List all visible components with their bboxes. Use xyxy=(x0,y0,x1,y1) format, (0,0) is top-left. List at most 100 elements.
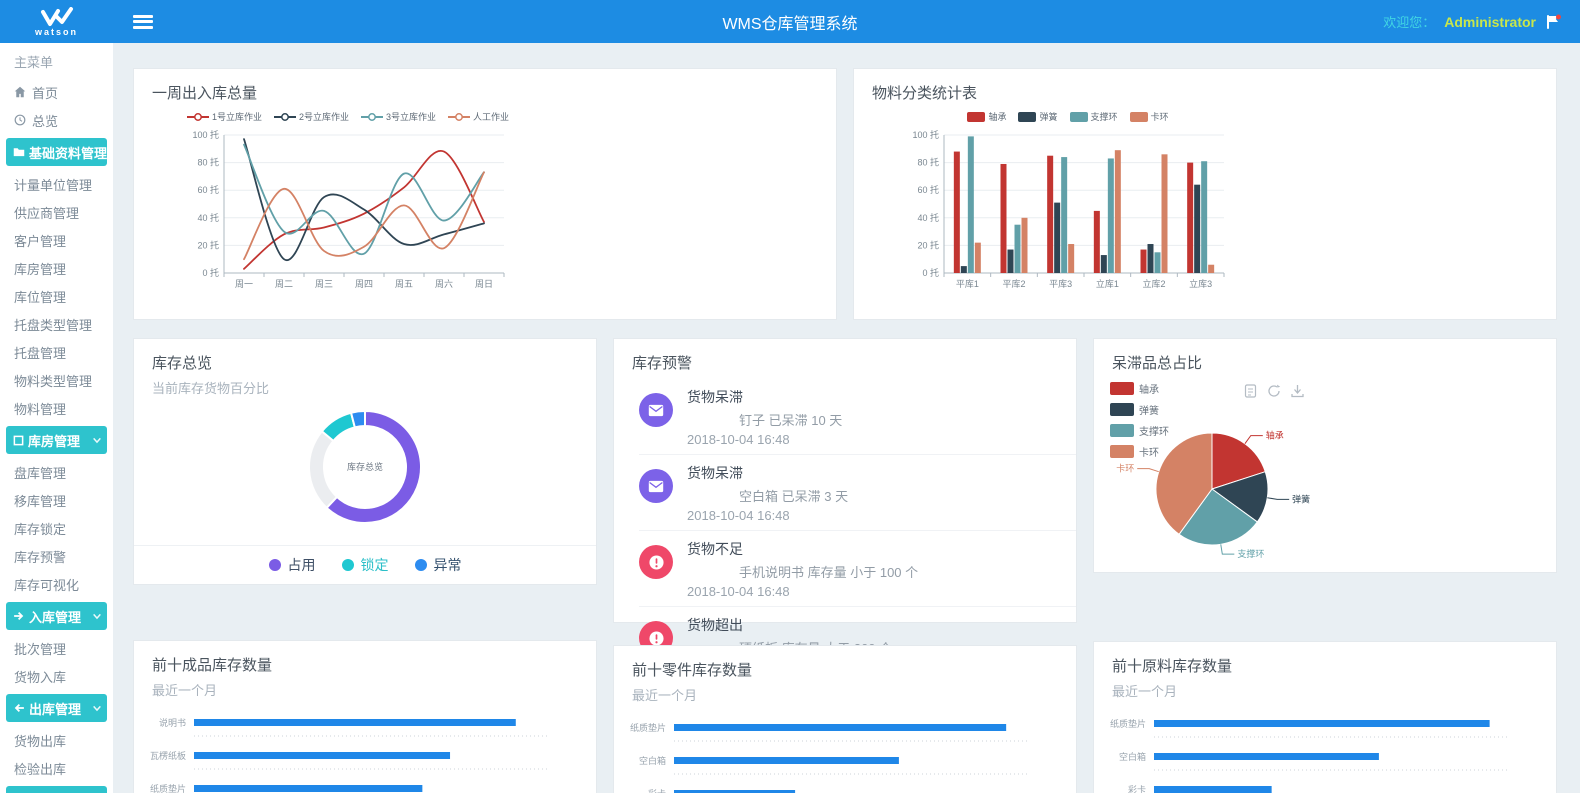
sidebar-item-label: 移库管理 xyxy=(14,491,66,510)
sidebar-item-label: 供应商管理 xyxy=(14,203,79,222)
sidebar-item-label: 库存预警 xyxy=(14,547,66,566)
alert-title: 货物不足 xyxy=(687,539,918,559)
legend-item[interactable]: 人工作业 xyxy=(448,110,509,123)
top-raw-card: 前十原料库存数量 最近一个月 纸质垫片空白箱彩卡说明书 xyxy=(1093,641,1557,793)
svg-text:说明书: 说明书 xyxy=(159,717,186,728)
svg-text:库存总览: 库存总览 xyxy=(347,461,383,472)
sidebar-group-item[interactable]: 出库管理 xyxy=(6,694,107,722)
sidebar-item[interactable]: 货物入库 xyxy=(0,662,113,690)
sidebar-item-label: 货物出库 xyxy=(14,731,66,750)
welcome-label: 欢迎您： xyxy=(1383,12,1435,31)
sidebar-item[interactable]: 货物出库 xyxy=(0,726,113,754)
svg-text:100 托: 100 托 xyxy=(192,129,219,140)
sidebar-item[interactable]: 托盘管理 xyxy=(0,338,113,366)
sidebar-item[interactable]: 检验出库 xyxy=(0,754,113,782)
svg-text:100 托: 100 托 xyxy=(912,129,939,140)
dashboard-content: 一周出入库总量 1号立库作业2号立库作业3号立库作业人工作业 0 托20 托40… xyxy=(113,43,1580,793)
sidebar-group-item[interactable]: 库房管理 xyxy=(6,426,107,454)
top-raw-hbar-chart: 纸质垫片空白箱彩卡说明书 xyxy=(1094,710,1556,793)
legend-item[interactable]: 3号立库作业 xyxy=(361,110,436,123)
alert-list: 货物呆滞钉子 已呆滞 10 天2018-10-04 16:48货物呆滞空白箱 已… xyxy=(614,379,1076,682)
sidebar-item[interactable]: 盘库管理 xyxy=(0,458,113,486)
sidebar-item[interactable]: 库存锁定 xyxy=(0,514,113,542)
sidebar-item[interactable]: 托盘类型管理 xyxy=(0,310,113,338)
sidebar-item-label: 计量单位管理 xyxy=(14,175,92,194)
svg-text:60 托: 60 托 xyxy=(917,184,939,195)
sidebar-group-item[interactable]: 入库管理 xyxy=(6,602,107,630)
sidebar-item[interactable]: 物料管理 xyxy=(0,394,113,422)
svg-text:80 托: 80 托 xyxy=(917,157,939,168)
legend-item[interactable]: 卡环 xyxy=(1130,110,1169,123)
donut-legend-item[interactable]: 锁定 xyxy=(342,555,389,575)
alert-timestamp: 2018-10-04 16:48 xyxy=(687,508,848,523)
weekly-io-card: 一周出入库总量 1号立库作业2号立库作业3号立库作业人工作业 0 托20 托40… xyxy=(133,68,837,320)
alert-item: 货物不足手机说明书 库存量 小于 100 个2018-10-04 16:48 xyxy=(639,531,1076,607)
alert-timestamp: 2018-10-04 16:48 xyxy=(687,432,842,447)
sidebar-item[interactable]: 库存预警 xyxy=(0,542,113,570)
card-subtitle: 最近一个月 xyxy=(632,685,1058,704)
inventory-alert-card: 库存预警 货物呆滞钉子 已呆滞 10 天2018-10-04 16:48货物呆滞… xyxy=(613,338,1077,623)
sidebar-item[interactable]: 库位管理 xyxy=(0,282,113,310)
sidebar-item[interactable]: 移库管理 xyxy=(0,486,113,514)
top-parts-card: 前十零件库存数量 最近一个月 纸质垫片空白箱彩卡说明书 xyxy=(613,645,1077,793)
material-stats-card: 物料分类统计表 轴承弹簧支撑环卡环 0 托20 托40 托60 托80 托100… xyxy=(853,68,1557,320)
sidebar-item[interactable]: 总览 xyxy=(0,106,113,134)
sidebar-item-label: 出库管理 xyxy=(29,699,81,718)
donut-legend-item[interactable]: 异常 xyxy=(415,555,462,575)
sidebar-item-label: 库位管理 xyxy=(14,287,66,306)
alert-description: 钉子 已呆滞 10 天 xyxy=(687,410,842,429)
sidebar-item-label: 批次管理 xyxy=(14,639,66,658)
chevron-down-icon xyxy=(92,703,102,713)
svg-text:周日: 周日 xyxy=(475,279,493,289)
sidebar-item[interactable]: 计量单位管理 xyxy=(0,170,113,198)
alert-title: 货物超出 xyxy=(687,615,892,635)
svg-text:立库2: 立库2 xyxy=(1142,278,1165,289)
chevron-down-icon xyxy=(92,435,102,445)
mail-icon xyxy=(639,469,673,503)
sidebar-item[interactable]: 批次管理 xyxy=(0,634,113,662)
stagnant-ratio-card: 呆滞品总占比 轴承弹簧支撑环卡环 轴承弹簧支撑环 xyxy=(1093,338,1557,573)
legend-item[interactable]: 1号立库作业 xyxy=(187,110,262,123)
material-bar-chart: 0 托20 托40 托60 托80 托100 托平库1平库2平库3立库1立库2立… xyxy=(898,125,1238,306)
sidebar-item[interactable]: 物料类型管理 xyxy=(0,366,113,394)
sidebar-group-item[interactable]: 基础资料管理 xyxy=(6,138,107,166)
sidebar-item[interactable]: 供应商管理 xyxy=(0,198,113,226)
svg-text:瓦楞纸板: 瓦楞纸板 xyxy=(150,750,186,761)
donut-legend: 占用 锁定 异常 xyxy=(134,545,596,584)
sidebar-item-label: 托盘管理 xyxy=(14,343,66,362)
card-title: 前十零件库存数量 xyxy=(632,659,1058,680)
alert-item: 货物呆滞钉子 已呆滞 10 天 2018-10-04 16:48 xyxy=(639,379,1076,455)
sidebar-item-label: 库房管理 xyxy=(14,259,66,278)
sidebar-item[interactable]: 客户管理 xyxy=(0,226,113,254)
legend-item[interactable]: 支撑环 xyxy=(1070,110,1118,123)
sidebar-item[interactable]: 库存可视化 xyxy=(0,570,113,598)
svg-text:0 托: 0 托 xyxy=(922,267,939,278)
alert-title: 货物呆滞 xyxy=(687,387,842,407)
legend-item[interactable]: 轴承 xyxy=(967,110,1006,123)
alert-description: 手机说明书 库存量 小于 100 个 xyxy=(687,562,918,581)
svg-text:40 托: 40 托 xyxy=(917,212,939,223)
sidebar-item-label: 托盘类型管理 xyxy=(14,315,92,334)
svg-text:平库2: 平库2 xyxy=(1002,278,1025,289)
legend-item[interactable]: 2号立库作业 xyxy=(274,110,349,123)
card-title: 一周出入库总量 xyxy=(152,82,818,103)
username[interactable]: Administrator xyxy=(1444,14,1536,30)
material-chart-legend: 轴承弹簧支撑环卡环 xyxy=(898,110,1238,123)
svg-text:空白箱: 空白箱 xyxy=(1119,751,1146,762)
sidebar-group-item[interactable] xyxy=(6,786,107,793)
top-header: watson WMS仓库管理系统 欢迎您： Administrator xyxy=(0,0,1580,43)
sidebar-item-label: 货物入库 xyxy=(14,667,66,686)
legend-item[interactable]: 弹簧 xyxy=(1018,110,1057,123)
mail-icon xyxy=(639,393,673,427)
sidebar: 主菜单 首页总览基础资料管理计量单位管理供应商管理客户管理库房管理库位管理托盘类… xyxy=(0,43,113,793)
donut-legend-item[interactable]: 占用 xyxy=(269,555,316,575)
notification-flag-icon[interactable] xyxy=(1545,14,1562,30)
sidebar-item[interactable]: 库房管理 xyxy=(0,254,113,282)
svg-text:周三: 周三 xyxy=(315,279,333,289)
home-icon xyxy=(14,86,26,98)
sidebar-item-label: 物料类型管理 xyxy=(14,371,92,390)
sidebar-item[interactable]: 首页 xyxy=(0,78,113,106)
svg-text:纸质垫片: 纸质垫片 xyxy=(1110,718,1146,729)
svg-text:空白箱: 空白箱 xyxy=(639,755,666,766)
sidebar-item-label: 入库管理 xyxy=(29,607,81,626)
